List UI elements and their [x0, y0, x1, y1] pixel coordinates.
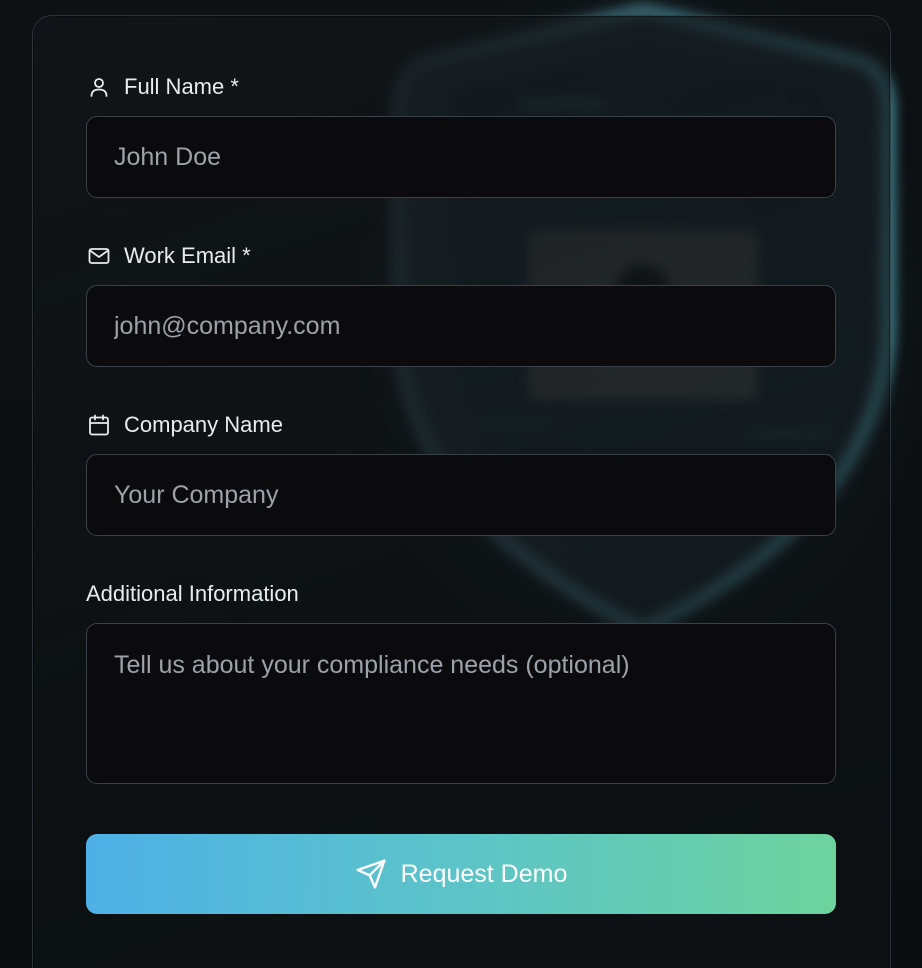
company-name-label-text: Company Name: [124, 412, 283, 437]
request-demo-button-label: Request Demo: [400, 859, 568, 888]
demo-request-page: Full Name * Work Email * Company Name Ad…: [0, 0, 922, 968]
company-name-input[interactable]: [86, 454, 836, 536]
company-name-label: Company Name: [86, 410, 283, 440]
work-email-input[interactable]: [86, 285, 836, 367]
request-demo-button[interactable]: Request Demo: [86, 834, 836, 914]
additional-info-label-text: Additional Information: [86, 581, 299, 606]
full-name-label-text: Full Name *: [124, 74, 239, 99]
calendar-icon: [86, 412, 112, 438]
work-email-label: Work Email *: [86, 241, 251, 271]
work-email-label-text: Work Email *: [124, 243, 251, 268]
additional-info-label: Additional Information: [86, 579, 299, 609]
additional-info-textarea[interactable]: [86, 623, 836, 784]
send-icon: [355, 858, 387, 890]
full-name-label: Full Name *: [86, 72, 239, 102]
user-icon: [86, 74, 112, 100]
full-name-input[interactable]: [86, 116, 836, 198]
mail-icon: [86, 243, 112, 269]
